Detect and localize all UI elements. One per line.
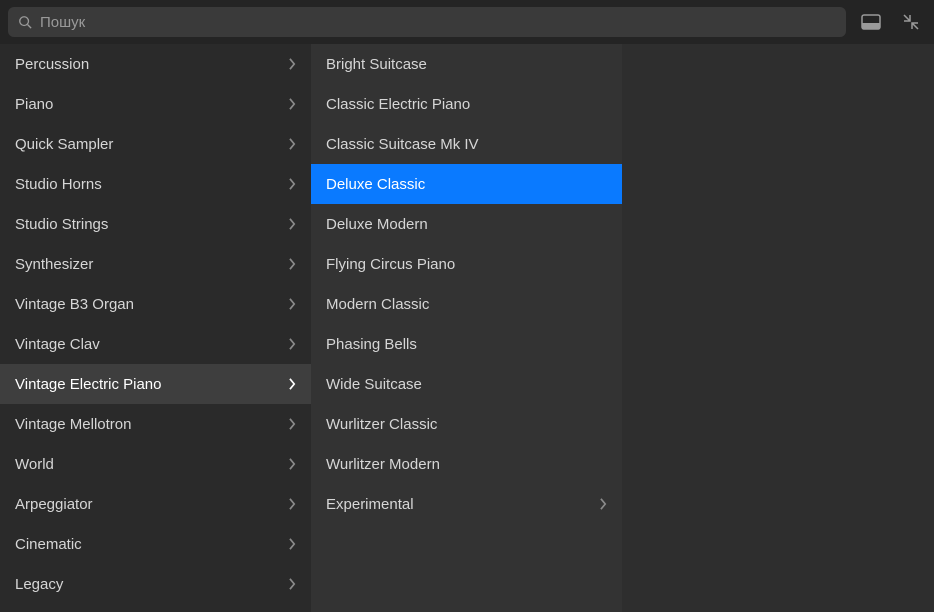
category-label: Studio Strings: [15, 216, 108, 233]
category-label: Studio Horns: [15, 176, 102, 193]
category-item-world[interactable]: World: [0, 444, 311, 484]
category-item-vintage-clav[interactable]: Vintage Clav: [0, 324, 311, 364]
detail-column: [622, 44, 934, 612]
preset-item-experimental[interactable]: Experimental: [311, 484, 622, 524]
search-box[interactable]: [8, 7, 846, 37]
chevron-right-icon: [289, 298, 296, 310]
category-label: Piano: [15, 96, 53, 113]
chevron-right-icon: [289, 338, 296, 350]
category-label: Vintage Electric Piano: [15, 376, 161, 393]
category-label: Percussion: [15, 56, 89, 73]
chevron-right-icon: [289, 58, 296, 70]
category-item-studio-horns[interactable]: Studio Horns: [0, 164, 311, 204]
preset-label: Wide Suitcase: [326, 376, 422, 393]
preset-label: Classic Electric Piano: [326, 96, 470, 113]
preset-label: Deluxe Classic: [326, 176, 425, 193]
preset-item-wide-suitcase[interactable]: Wide Suitcase: [311, 364, 622, 404]
preset-label: Flying Circus Piano: [326, 256, 455, 273]
category-item-vintage-mellotron[interactable]: Vintage Mellotron: [0, 404, 311, 444]
search-icon: [18, 15, 32, 29]
category-label: Quick Sampler: [15, 136, 113, 153]
category-item-vintage-electric-piano[interactable]: Vintage Electric Piano: [0, 364, 311, 404]
collapse-icon: [902, 13, 920, 31]
category-label: World: [15, 456, 54, 473]
panel-icon: [861, 14, 881, 30]
preset-column: Bright Suitcase Classic Electric Piano Cla…: [311, 44, 622, 612]
preset-item-wurlitzer-classic[interactable]: Wurlitzer Classic: [311, 404, 622, 444]
category-item-quick-sampler[interactable]: Quick Sampler: [0, 124, 311, 164]
category-item-percussion[interactable]: Percussion: [0, 44, 311, 84]
chevron-right-icon: [289, 258, 296, 270]
chevron-right-icon: [289, 98, 296, 110]
preset-label: Experimental: [326, 496, 414, 513]
category-item-legacy[interactable]: Legacy: [0, 564, 311, 604]
collapse-button[interactable]: [896, 7, 926, 37]
chevron-right-icon: [289, 378, 296, 390]
chevron-right-icon: [289, 218, 296, 230]
preset-item-phasing-bells[interactable]: Phasing Bells: [311, 324, 622, 364]
preset-label: Deluxe Modern: [326, 216, 428, 233]
chevron-right-icon: [289, 578, 296, 590]
top-bar: [0, 0, 934, 44]
chevron-right-icon: [289, 498, 296, 510]
category-item-piano[interactable]: Piano: [0, 84, 311, 124]
chevron-right-icon: [289, 418, 296, 430]
preset-item-bright-suitcase[interactable]: Bright Suitcase: [311, 44, 622, 84]
preset-item-wurlitzer-modern[interactable]: Wurlitzer Modern: [311, 444, 622, 484]
category-item-vintage-b3-organ[interactable]: Vintage B3 Organ: [0, 284, 311, 324]
preset-label: Modern Classic: [326, 296, 429, 313]
category-label: Legacy: [15, 576, 63, 593]
chevron-right-icon: [289, 178, 296, 190]
preset-label: Phasing Bells: [326, 336, 417, 353]
category-item-cinematic[interactable]: Cinematic: [0, 524, 311, 564]
category-label: Vintage Clav: [15, 336, 100, 353]
category-label: Vintage B3 Organ: [15, 296, 134, 313]
category-column: Percussion Piano Quick Sampler Studio Horns…: [0, 44, 311, 612]
category-item-synthesizer[interactable]: Synthesizer: [0, 244, 311, 284]
search-input[interactable]: [40, 14, 836, 31]
preset-item-flying-circus-piano[interactable]: Flying Circus Piano: [311, 244, 622, 284]
category-label: Vintage Mellotron: [15, 416, 131, 433]
view-mode-button[interactable]: [856, 7, 886, 37]
preset-item-deluxe-classic[interactable]: Deluxe Classic: [311, 164, 622, 204]
category-label: Arpeggiator: [15, 496, 93, 513]
category-item-studio-strings[interactable]: Studio Strings: [0, 204, 311, 244]
preset-item-deluxe-modern[interactable]: Deluxe Modern: [311, 204, 622, 244]
category-item-arpeggiator[interactable]: Arpeggiator: [0, 484, 311, 524]
preset-item-modern-classic[interactable]: Modern Classic: [311, 284, 622, 324]
preset-item-classic-electric-piano[interactable]: Classic Electric Piano: [311, 84, 622, 124]
category-label: Synthesizer: [15, 256, 93, 273]
chevron-right-icon: [289, 538, 296, 550]
preset-label: Bright Suitcase: [326, 56, 427, 73]
chevron-right-icon: [600, 498, 607, 510]
preset-label: Wurlitzer Classic: [326, 416, 437, 433]
browser-columns: Percussion Piano Quick Sampler Studio Horns…: [0, 44, 934, 612]
chevron-right-icon: [289, 138, 296, 150]
preset-label: Wurlitzer Modern: [326, 456, 440, 473]
preset-label: Classic Suitcase Mk IV: [326, 136, 479, 153]
preset-item-classic-suitcase-mk-iv[interactable]: Classic Suitcase Mk IV: [311, 124, 622, 164]
category-label: Cinematic: [15, 536, 82, 553]
chevron-right-icon: [289, 458, 296, 470]
